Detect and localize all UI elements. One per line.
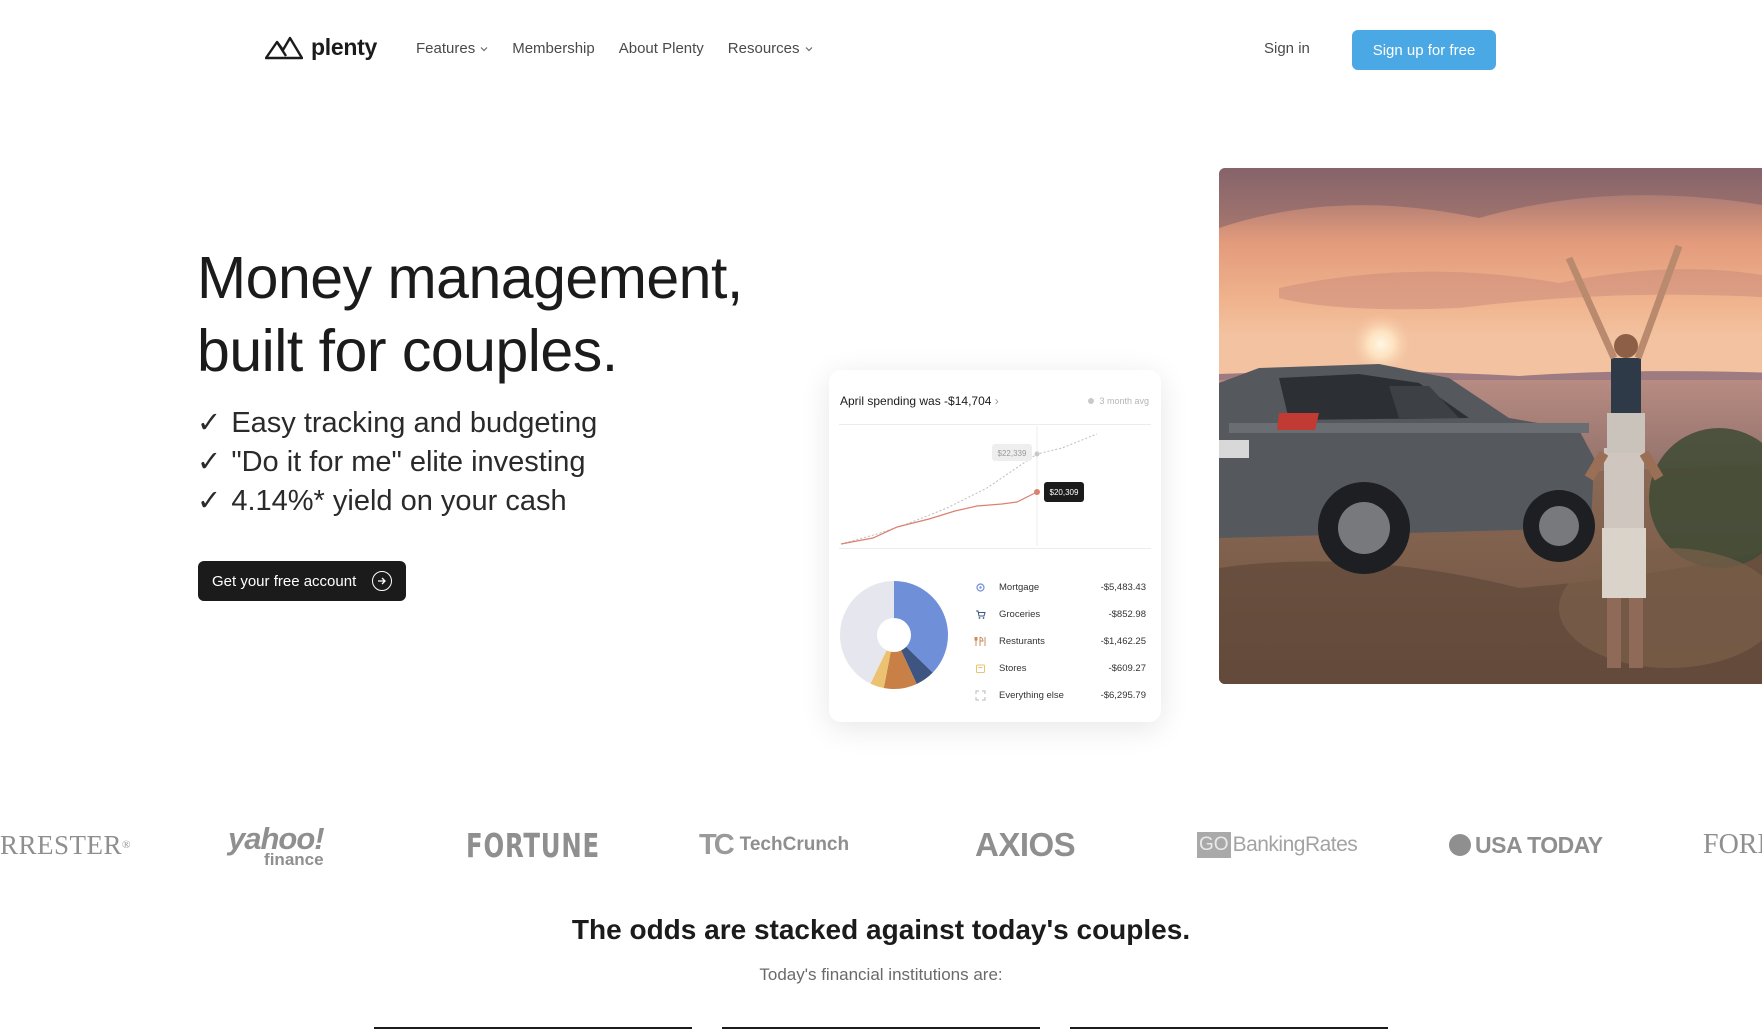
brand-logo[interactable]: plenty xyxy=(265,34,377,61)
hero-title-line1: Money management, xyxy=(197,245,743,311)
category-name: Mortgage xyxy=(999,582,1040,593)
current-spending-line xyxy=(840,491,1038,545)
spending-donut-chart xyxy=(840,581,948,689)
category-name: Everything else xyxy=(999,690,1064,701)
three-month-avg-legend: 3 month avg xyxy=(1088,396,1149,406)
primary-nav: Features Membership About Plenty Resourc… xyxy=(416,40,813,57)
brand-name: plenty xyxy=(311,34,377,60)
press-logo-sub: finance xyxy=(264,849,324,869)
section-title: The odds are stacked against today's cou… xyxy=(571,914,1191,945)
press-logo-fortune: FORTUNE xyxy=(466,820,600,870)
category-list: Mortgage -$5,483.43 Groceries -$852.98 R… xyxy=(974,574,1146,709)
nav-features[interactable]: Features xyxy=(416,40,488,57)
category-name: Resturants xyxy=(999,636,1045,647)
nav-resources-label: Resources xyxy=(727,40,800,57)
category-row-stores[interactable]: Stores -$609.27 xyxy=(974,655,1146,682)
press-logo-forbes: FORB xyxy=(1703,820,1762,870)
chevron-right-icon: › xyxy=(994,394,999,408)
press-logo-text: BankingRates xyxy=(1232,833,1358,856)
expand-icon xyxy=(974,690,986,702)
hero-photo-couple-car-sunset xyxy=(1219,168,1762,684)
feature-bullets: ✓ Easy tracking and budgeting ✓ "Do it f… xyxy=(197,404,597,521)
category-amount: -$1,462.25 xyxy=(1100,636,1146,647)
category-row-restaurants[interactable]: Resturants -$1,462.25 xyxy=(974,628,1146,655)
category-amount: -$6,295.79 xyxy=(1100,690,1146,701)
category-row-everything-else[interactable]: Everything else -$6,295.79 xyxy=(974,682,1146,709)
feature-bullet-text: 4.14%* yield on your cash xyxy=(231,485,567,517)
donut-hole xyxy=(877,618,911,652)
arrow-right-circle-icon xyxy=(372,571,393,591)
mortgage-icon xyxy=(974,582,986,594)
press-logo-suffix: ® xyxy=(122,839,131,851)
feature-bullet-text: Easy tracking and budgeting xyxy=(231,407,598,439)
section-subtitle: Today's financial institutions are: xyxy=(759,965,1003,984)
nav-resources[interactable]: Resources xyxy=(728,40,813,57)
press-logo-gobankingrates: GO BankingRates xyxy=(1197,820,1358,870)
feature-bullet: ✓ Easy tracking and budgeting xyxy=(197,404,597,443)
press-logo-text: yahoo! xyxy=(228,820,325,856)
press-logos: RRESTER ® yahoo! finance FORTUNE TC TechC… xyxy=(0,820,1762,870)
press-logo-text: RRESTER xyxy=(0,829,123,860)
feature-bullet-text: "Do it for me" elite investing xyxy=(231,446,586,478)
press-logo-text: USA TODAY xyxy=(1475,831,1603,858)
press-logo-yahoo-finance: yahoo! finance xyxy=(228,820,325,870)
avg-dot-icon xyxy=(1088,398,1095,404)
avg-point xyxy=(1034,451,1040,457)
sign-up-button[interactable]: Sign up for free xyxy=(1352,30,1496,70)
press-logo-usa-today: USA TODAY xyxy=(1449,820,1603,870)
cart-icon xyxy=(974,609,986,621)
press-logo-text: FORTUNE xyxy=(466,825,600,865)
press-logo-text: TechCrunch xyxy=(739,834,850,855)
gobankingrates-mark-icon: GO xyxy=(1197,832,1231,858)
top-nav: plenty Features Membership About Plenty … xyxy=(0,0,1762,100)
press-logo-forrester: RRESTER ® xyxy=(0,820,131,870)
nav-about-label: About Plenty xyxy=(618,40,704,57)
category-name: Groceries xyxy=(999,609,1041,620)
usa-today-circle-icon xyxy=(1449,834,1471,856)
mountain-logo-icon xyxy=(265,36,303,59)
nav-features-label: Features xyxy=(416,40,476,57)
spending-card: April spending was -$14,704 › 3 month av… xyxy=(829,370,1161,722)
category-row-groceries[interactable]: Groceries -$852.98 xyxy=(974,601,1146,628)
nav-about[interactable]: About Plenty xyxy=(619,40,704,57)
divider xyxy=(839,548,1151,549)
press-logo-text: FORB xyxy=(1703,829,1762,860)
sign-in-link[interactable]: Sign in xyxy=(1264,40,1310,57)
category-amount: -$852.98 xyxy=(1108,609,1146,620)
press-logo-axios: AXIOS xyxy=(975,820,1076,870)
avg-callout: $22,339 xyxy=(998,449,1027,458)
nav-membership[interactable]: Membership xyxy=(512,40,595,57)
press-logo-techcrunch: TC TechCrunch xyxy=(699,820,849,870)
check-icon: ✓ xyxy=(197,485,222,517)
cta-label: Get your free account xyxy=(212,572,357,590)
hero-title-line2: built for couples. xyxy=(197,318,618,384)
check-icon: ✓ xyxy=(197,407,222,439)
spending-heading-text: April spending was -$14,704 xyxy=(840,394,992,408)
restaurant-icon xyxy=(974,636,986,648)
category-amount: -$5,483.43 xyxy=(1100,582,1146,593)
feature-bullet: ✓ "Do it for me" elite investing xyxy=(197,443,597,482)
divider xyxy=(839,424,1151,425)
check-icon: ✓ xyxy=(197,446,222,478)
current-point xyxy=(1034,489,1040,495)
nav-membership-label: Membership xyxy=(512,40,595,57)
hero-title: Money management, built for couples. xyxy=(197,242,743,388)
category-name: Stores xyxy=(999,663,1027,674)
category-row-mortgage[interactable]: Mortgage -$5,483.43 xyxy=(974,574,1146,601)
techcrunch-mark-icon: TC xyxy=(699,828,735,861)
spending-line-chart: $22,339 $20,309 xyxy=(840,426,1098,546)
feature-bullet: ✓ 4.14%* yield on your cash xyxy=(197,482,597,521)
chevron-down-icon xyxy=(480,46,488,51)
store-icon xyxy=(974,663,986,675)
get-free-account-button[interactable]: Get your free account xyxy=(198,561,406,601)
press-logo-text: AXIOS xyxy=(975,826,1076,863)
chevron-down-icon xyxy=(805,46,812,51)
category-amount: -$609.27 xyxy=(1108,663,1146,674)
avg-legend-label: 3 month avg xyxy=(1099,396,1149,406)
spending-heading[interactable]: April spending was -$14,704 › xyxy=(840,394,999,408)
current-callout: $20,309 xyxy=(1050,488,1079,497)
